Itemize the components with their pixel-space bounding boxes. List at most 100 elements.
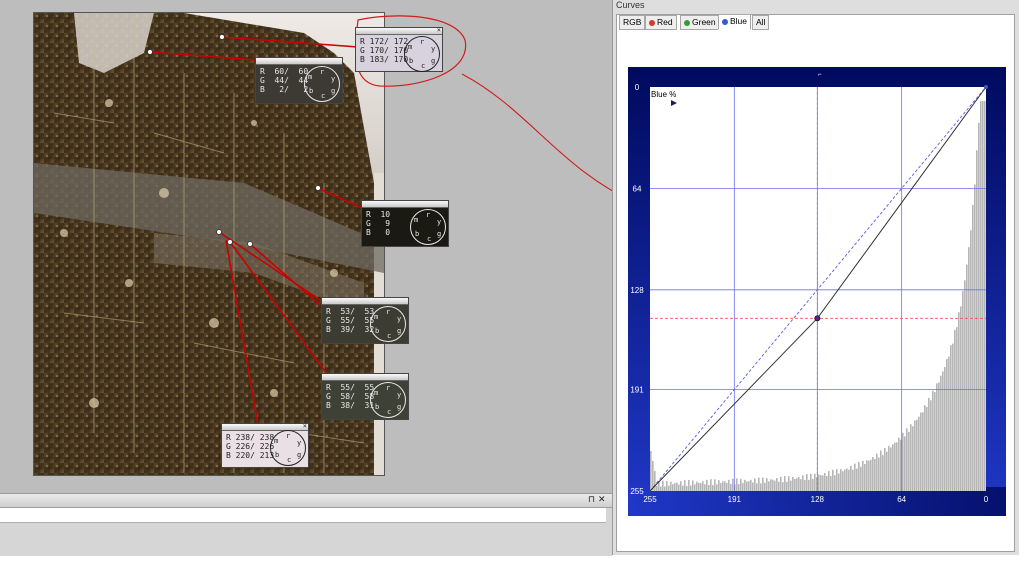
readout-red: R 10	[366, 210, 391, 219]
histogram-bar	[736, 478, 738, 491]
histogram-bar	[720, 483, 722, 491]
histogram-bar	[970, 230, 972, 491]
histogram-bar	[882, 455, 884, 491]
histogram-bar	[716, 484, 718, 491]
y-tick-label: 0	[635, 83, 640, 92]
histogram-bar	[688, 479, 690, 491]
histogram-bar	[978, 122, 980, 491]
panel-title: Curves	[616, 0, 645, 10]
histogram-bar	[860, 466, 862, 491]
tab-red[interactable]: Red	[645, 15, 677, 30]
pin-icon[interactable]: ⊓	[588, 494, 595, 505]
histogram-bar	[886, 451, 888, 491]
close-icon[interactable]: ×	[403, 296, 407, 305]
histogram-bar	[766, 478, 768, 491]
histogram-bar	[764, 482, 766, 491]
tab-green[interactable]: Green	[680, 15, 720, 30]
histogram-bar	[910, 424, 912, 491]
color-readout-6[interactable]: × R 238/ 238 G 226/ 226 B 220/ 213 mrygcb	[221, 422, 309, 468]
histogram-bar	[830, 476, 832, 491]
histogram-bar	[890, 447, 892, 491]
y-tick-label: 255	[630, 487, 644, 496]
histogram-bar	[792, 477, 794, 491]
histogram-bar	[714, 479, 716, 491]
readout-blue: B 0	[366, 228, 391, 237]
histogram-bar	[872, 457, 874, 491]
green-dot-icon	[684, 19, 690, 26]
histogram-bar	[954, 329, 956, 491]
histogram-bar	[944, 367, 946, 491]
histogram-bar	[974, 184, 976, 491]
tab-blue[interactable]: Blue	[718, 14, 752, 30]
histogram-bar	[840, 469, 842, 491]
histogram-bar	[800, 479, 802, 491]
color-wheel-icon: mrygcb	[304, 66, 340, 102]
histogram-bar	[794, 479, 796, 491]
histogram-bar	[758, 477, 760, 491]
histogram-bar	[936, 383, 938, 491]
color-readout-4[interactable]: × R 53/ 53 G 55/ 55 B 39/ 32 mrygcb	[321, 296, 409, 344]
close-icon[interactable]: ×	[443, 199, 447, 208]
color-wheel-icon: mrygcb	[410, 209, 446, 245]
x-tick-label: 128	[811, 495, 825, 504]
close-icon[interactable]: ×	[337, 56, 341, 65]
histogram-bar	[706, 479, 708, 491]
histogram-bar	[952, 343, 954, 491]
histogram-bar	[678, 484, 680, 491]
close-icon[interactable]: ×	[403, 372, 407, 381]
histogram-bar	[946, 358, 948, 491]
histogram-bar	[742, 483, 744, 491]
close-icon[interactable]: ×	[437, 26, 441, 35]
color-readout-1[interactable]: × R 172/ 172 G 170/ 170 B 183/ 170 mrygcb	[355, 26, 443, 72]
histogram-bar	[790, 480, 792, 491]
histogram-bar	[812, 478, 814, 491]
histogram-bar	[810, 473, 812, 491]
histogram-bar	[918, 416, 920, 491]
color-readout-5[interactable]: × R 55/ 55 G 58/ 58 B 38/ 31 mrygcb	[321, 372, 409, 420]
histogram-bar	[964, 280, 966, 491]
histogram-bar	[722, 481, 724, 491]
readout-green: G 9	[366, 219, 391, 228]
histogram-bar	[796, 478, 798, 491]
histogram-bar	[738, 484, 740, 491]
tab-rgb[interactable]: RGB	[619, 15, 646, 30]
pointer-line-5	[229, 241, 331, 379]
histogram-bar	[924, 405, 926, 491]
y-tick-label: 191	[630, 386, 644, 395]
histogram-bar	[902, 432, 904, 491]
curve-end-point[interactable]	[984, 85, 988, 89]
readout-blue: B 183/ 170	[360, 55, 409, 64]
readout-green: G 226/ 226	[226, 442, 275, 451]
curve-control-point[interactable]	[814, 315, 821, 322]
histogram-bar	[778, 481, 780, 491]
readout-green: G 170/ 170	[360, 46, 409, 55]
histogram-bar	[724, 481, 726, 491]
histogram-bar	[966, 264, 968, 491]
histogram-bar	[926, 406, 928, 491]
histogram-bar	[874, 458, 876, 491]
histogram-bar	[760, 483, 762, 491]
histogram-bar	[740, 478, 742, 491]
dock-content	[0, 508, 606, 523]
histogram-bar	[680, 481, 682, 491]
histogram-bar	[958, 312, 960, 491]
color-readout-3[interactable]: × R 10 G 9B 0 mrygcb	[361, 199, 449, 247]
tab-all[interactable]: All	[752, 15, 770, 30]
histogram-bar	[698, 482, 700, 491]
curves-graph[interactable]: ⌐ Blue % 0 64 128 191 255 255 191 128 64 0	[628, 67, 1006, 516]
histogram-bar	[934, 392, 936, 491]
histogram-bar	[850, 465, 852, 491]
histogram-bar	[920, 412, 922, 491]
pointer-line-6	[225, 239, 259, 426]
histogram-bar	[656, 485, 658, 491]
histogram-bar	[690, 485, 692, 491]
color-readout-2[interactable]: × R 60/ 60 G 44/ 44 B 2/ 2 mrygcb	[255, 56, 343, 104]
histogram-bar	[914, 420, 916, 491]
histogram-bar	[842, 471, 844, 491]
histogram-bar	[906, 428, 908, 491]
y-tick-label: 64	[633, 184, 642, 193]
histogram-bar	[854, 463, 856, 491]
close-icon[interactable]: ✕	[598, 494, 606, 505]
close-icon[interactable]: ×	[303, 422, 307, 431]
histogram-bar	[770, 479, 772, 491]
